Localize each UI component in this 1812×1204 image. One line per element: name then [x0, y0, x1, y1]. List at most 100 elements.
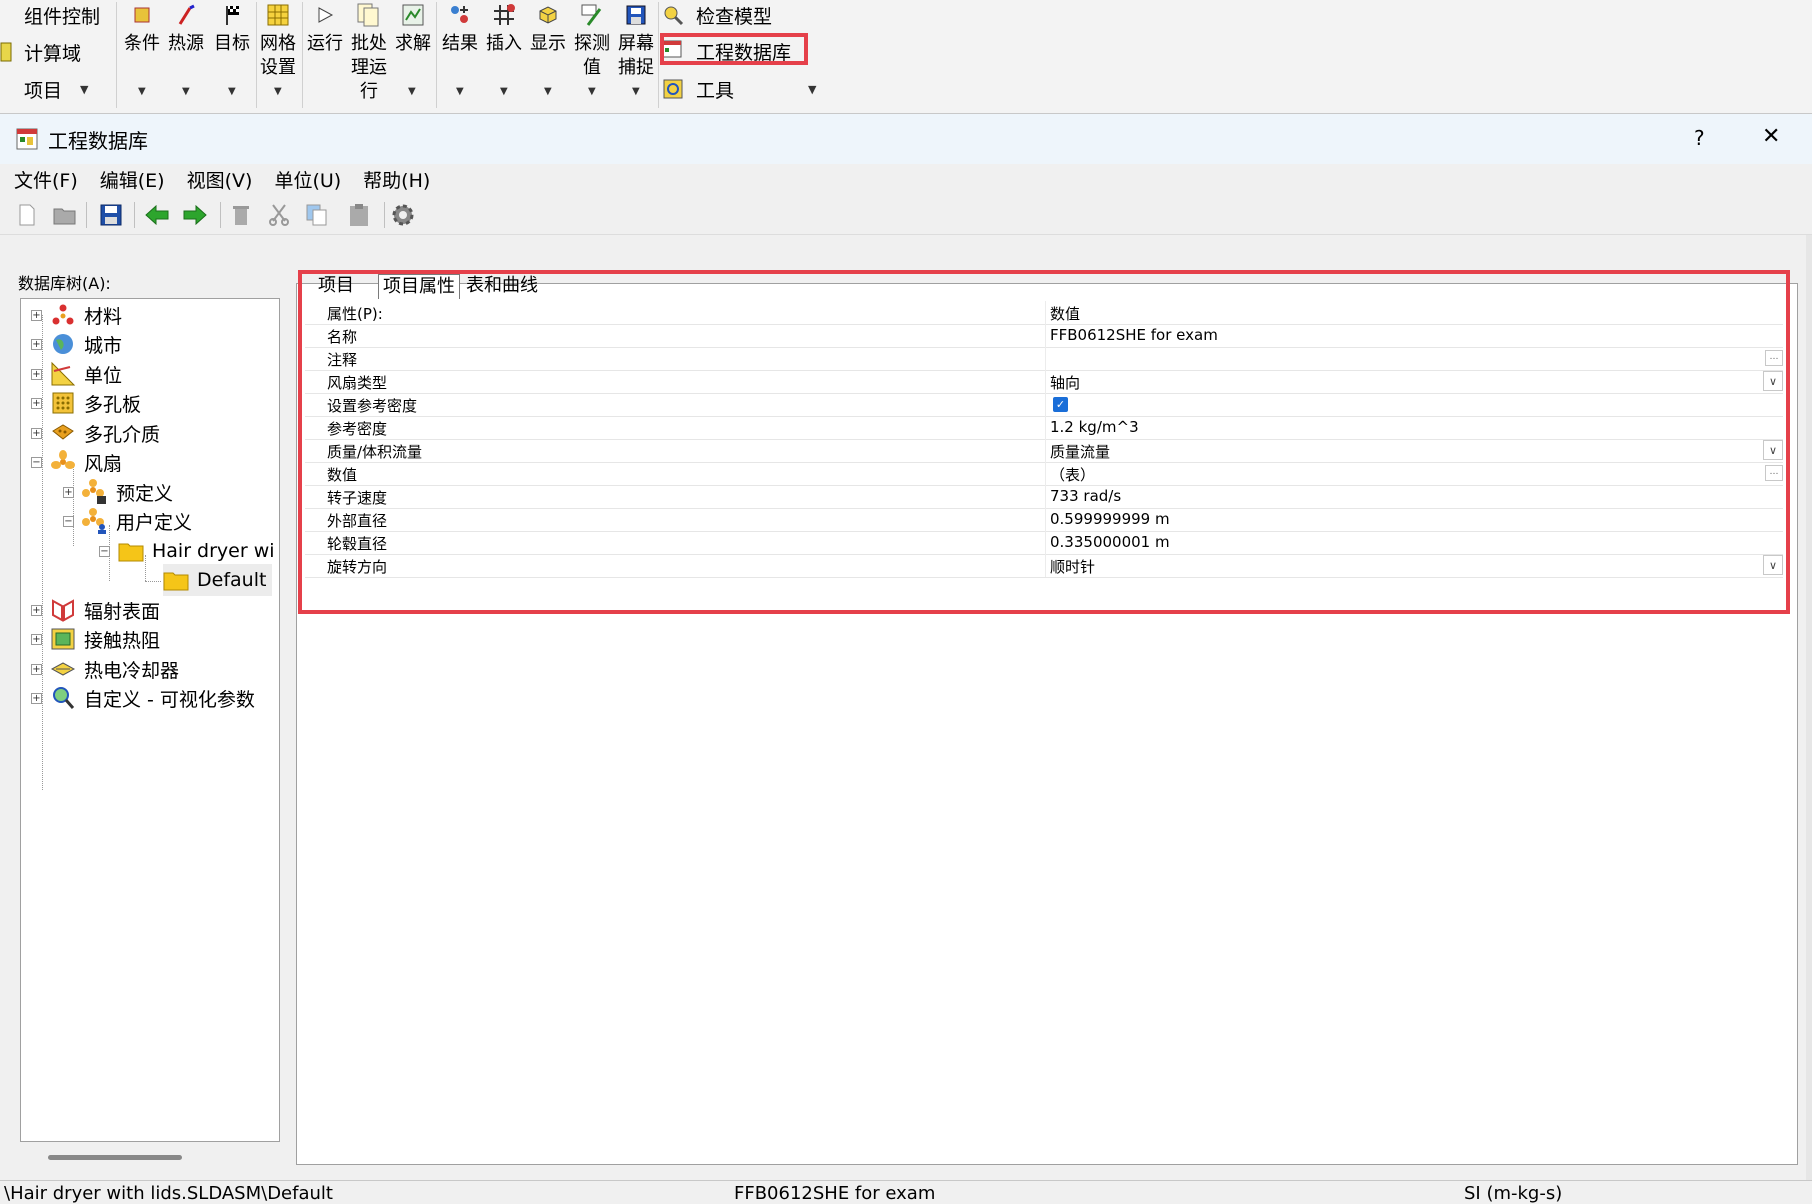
screen-capture-label: 屏幕 捕捉 — [618, 33, 654, 78]
close-button[interactable]: ✕ — [1762, 124, 1780, 149]
status-item-name: FFB0612SHE for exam — [734, 1183, 936, 1204]
help-button[interactable]: ? — [1694, 126, 1705, 150]
project-button[interactable]: 项目 ▼ — [0, 74, 88, 104]
probe-button[interactable]: 探测 值 — [570, 2, 614, 80]
expand-icon[interactable]: + — [31, 604, 42, 616]
chevron-down-icon[interactable]: ▼ — [632, 86, 640, 97]
expand-icon[interactable]: + — [31, 633, 42, 645]
toolbar-separator — [220, 202, 221, 228]
tree-item-label: 单位 — [84, 364, 123, 387]
tree-item-predefined[interactable]: + 预定义 — [63, 476, 173, 508]
chevron-down-icon[interactable]: ▼ — [228, 86, 236, 97]
cut-icon[interactable] — [266, 202, 292, 228]
menu-help[interactable]: 帮助(H) — [363, 166, 430, 193]
chevron-down-icon[interactable]: ▼ — [544, 86, 552, 97]
mesh-settings-button[interactable]: 网格 设置 — [258, 2, 298, 80]
folder-icon — [118, 538, 144, 564]
chevron-down-icon[interactable]: ▼ — [182, 86, 190, 97]
mesh-settings-label: 网格 设置 — [260, 33, 296, 78]
tree-item-label: Default — [197, 569, 267, 591]
batch-run-icon — [356, 2, 382, 28]
screen-capture-button[interactable]: 屏幕 捕捉 — [614, 2, 658, 80]
chevron-down-icon[interactable]: ▼ — [456, 86, 464, 97]
tree-item-radiative-surfaces[interactable]: + 辐射表面 — [31, 594, 160, 626]
menu-view[interactable]: 视图(V) — [187, 166, 253, 193]
tree-item-custom-visualization[interactable]: + 自定义 - 可视化参数 — [31, 682, 255, 714]
results-label: 结果 — [442, 33, 478, 54]
collapse-icon[interactable]: − — [99, 545, 110, 557]
collapse-icon[interactable]: − — [63, 515, 74, 527]
check-model-icon — [662, 4, 686, 26]
goal-label: 目标 — [214, 33, 250, 54]
tree-connector — [145, 581, 161, 582]
mesh-icon — [265, 2, 291, 28]
tree-item-perforated-plates[interactable]: + 多孔板 — [31, 387, 141, 419]
solve-button[interactable]: 求解 — [392, 2, 434, 56]
menu-units[interactable]: 单位(U) — [274, 166, 341, 193]
radiative-surface-icon — [50, 597, 76, 623]
tree-item-label: 用户定义 — [116, 511, 193, 534]
tools-button[interactable]: 工具 ▼ — [662, 74, 816, 104]
condition-button[interactable]: 条件 — [122, 2, 162, 56]
chevron-down-icon[interactable]: ▼ — [408, 86, 416, 97]
save-icon[interactable] — [98, 202, 124, 228]
expand-icon[interactable]: + — [31, 663, 42, 675]
gear-icon[interactable] — [390, 202, 416, 228]
tree-item-fans[interactable]: − 风扇 — [31, 446, 122, 478]
computational-domain-button[interactable]: 计算域 — [0, 37, 81, 67]
check-model-button[interactable]: 检查模型 — [662, 0, 772, 30]
tree-item-materials[interactable]: + 材料 — [31, 299, 122, 331]
back-arrow-icon[interactable] — [144, 202, 170, 228]
chevron-down-icon[interactable]: ▼ — [274, 86, 282, 97]
batch-run-label: 批处 理运 行 — [351, 33, 387, 102]
chevron-down-icon[interactable]: ▼ — [588, 86, 596, 97]
expand-icon[interactable]: + — [31, 338, 42, 350]
heat-source-button[interactable]: 热源 — [166, 2, 206, 56]
condition-label: 条件 — [124, 33, 160, 54]
tree-item-default[interactable]: Default — [163, 564, 273, 596]
component-control-button[interactable]: 组件控制 — [0, 0, 100, 30]
heat-source-label: 热源 — [168, 33, 204, 54]
tree-item-user-defined[interactable]: − 用户定义 — [63, 505, 192, 537]
database-tree-label: 数据库树(A): — [18, 274, 111, 293]
tree-item-units[interactable]: + 单位 — [31, 358, 122, 390]
expand-icon[interactable]: + — [63, 486, 74, 498]
display-button[interactable]: 显示 — [526, 2, 570, 56]
insert-button[interactable]: 插入 — [482, 2, 526, 56]
delete-icon[interactable] — [228, 202, 254, 228]
forward-arrow-icon[interactable] — [182, 202, 208, 228]
tree-horizontal-scrollbar[interactable] — [48, 1155, 182, 1160]
component-control-label: 组件控制 — [24, 5, 101, 28]
collapse-icon[interactable]: − — [31, 456, 42, 468]
expand-icon[interactable]: + — [31, 427, 42, 439]
tree-item-hair-dryer[interactable]: − Hair dryer wi — [99, 535, 275, 567]
tree-item-porous-media[interactable]: + 多孔介质 — [31, 417, 160, 449]
expand-icon[interactable]: + — [31, 397, 42, 409]
chevron-down-icon: ▼ — [80, 82, 89, 96]
chevron-down-icon: ▼ — [808, 82, 817, 96]
expand-icon[interactable]: + — [31, 692, 42, 704]
tree-item-thermoelectric-coolers[interactable]: + 热电冷却器 — [31, 653, 179, 685]
ribbon-highlight-box — [660, 33, 808, 65]
tools-icon — [662, 78, 686, 100]
open-folder-icon[interactable] — [52, 202, 78, 228]
results-button[interactable]: 结果 — [438, 2, 482, 56]
tree-item-cities[interactable]: + 城市 — [31, 328, 122, 360]
menu-file[interactable]: 文件(F) — [14, 166, 78, 193]
expand-icon[interactable]: + — [31, 368, 42, 380]
run-button[interactable]: 运行 — [304, 2, 346, 56]
goal-button[interactable]: 目标 — [212, 2, 252, 56]
chevron-down-icon[interactable]: ▼ — [500, 86, 508, 97]
database-app-icon — [16, 128, 38, 150]
solve-icon — [400, 2, 426, 28]
batch-run-button[interactable]: 批处 理运 行 — [348, 2, 390, 104]
copy-icon[interactable] — [304, 202, 330, 228]
visualization-magnifier-icon — [50, 685, 76, 711]
chevron-down-icon[interactable]: ▼ — [138, 86, 146, 97]
tree-item-label: Hair dryer wi — [152, 540, 275, 562]
new-file-icon[interactable] — [14, 202, 40, 228]
paste-icon[interactable] — [346, 202, 372, 228]
menu-edit[interactable]: 编辑(E) — [100, 166, 165, 193]
expand-icon[interactable]: + — [31, 309, 42, 321]
tree-item-contact-resistance[interactable]: + 接触热阻 — [31, 623, 160, 655]
